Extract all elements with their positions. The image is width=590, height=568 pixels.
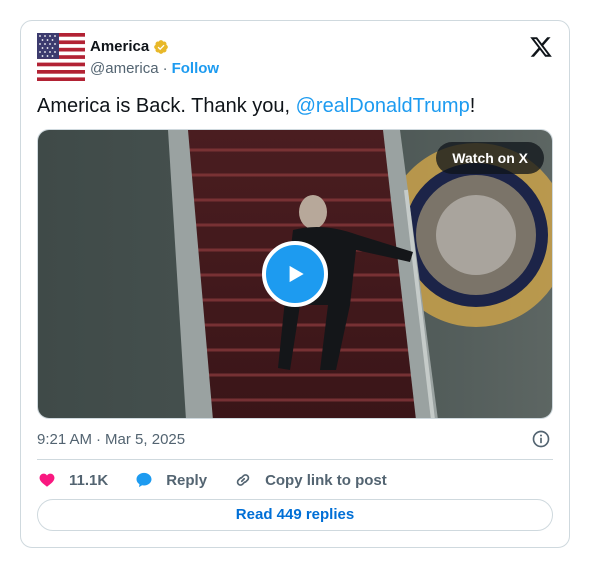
tweet-text: America is Back. Thank you, @realDonaldT… [37,94,475,118]
author-handle[interactable]: @america [90,60,159,77]
post-actions: 11.1K Reply Copy link to post [37,468,413,492]
post-date: Mar 5, 2025 [105,431,186,448]
reply-bubble-icon [136,472,152,488]
watch-on-x-button[interactable]: Watch on X [436,142,544,174]
timestamp-separator: · [96,431,102,448]
embedded-post-card: America @america · Follow America is Back.… [20,20,570,548]
avatar-us-flag[interactable] [37,33,85,81]
info-icon[interactable] [531,429,551,449]
reply-label: Reply [166,471,208,489]
play-button[interactable] [262,241,328,307]
read-replies-button[interactable]: Read 449 replies [37,499,553,531]
x-logo-icon[interactable] [529,35,553,59]
handle-row: @america · Follow [90,60,219,77]
post-time: 9:21 AM [37,431,93,448]
copy-link-label: Copy link to post [265,471,387,489]
like-button[interactable]: 11.1K [37,470,108,490]
verified-badge-icon [154,40,168,54]
divider [37,459,553,460]
mention-link[interactable]: @realDonaldTrump [296,95,470,117]
reply-button[interactable]: Reply [134,470,207,490]
post-timestamp[interactable]: 9:21 AM · Mar 5, 2025 [37,431,185,448]
video-player[interactable]: Watch on X [37,129,553,419]
author-name[interactable]: America [90,38,149,55]
heart-icon [39,473,55,487]
like-count: 11.1K [69,471,109,489]
link-icon [236,474,250,486]
handle-separator: · [162,60,168,77]
tweet-text-body: America is Back. Thank you, [37,95,296,117]
tweet-text-end: ! [469,95,476,117]
follow-link[interactable]: Follow [172,60,220,77]
copy-link-button[interactable]: Copy link to post [233,470,387,490]
play-icon [289,265,304,283]
